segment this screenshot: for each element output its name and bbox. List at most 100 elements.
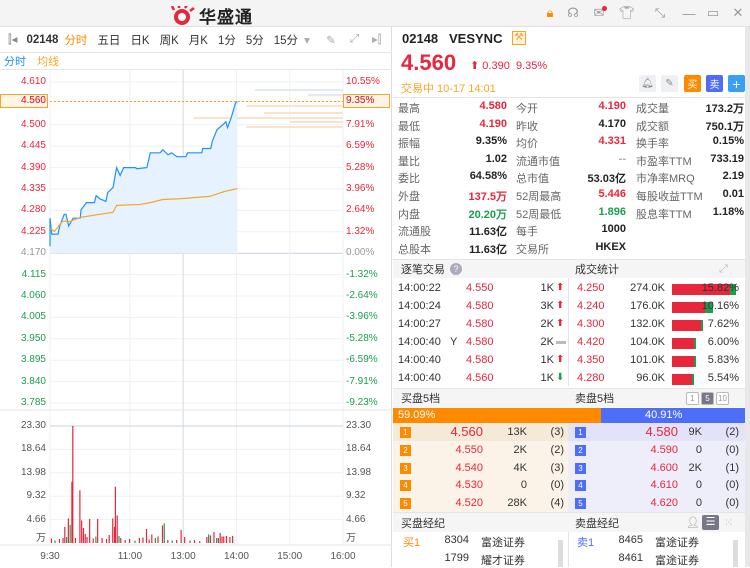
minimize-icon[interactable]: — [681,5,697,21]
ask-pct: 40.91% [645,409,683,421]
ask-broker-scrollbar[interactable] [733,540,738,567]
bell-icon[interactable]: 🔔︎ [639,75,656,92]
ask-level: 1 4.580 9K (2) [568,423,745,441]
volume-bar [89,518,91,543]
volstat-row: 4.300 132.0K 7.62% [577,316,745,334]
volume-bar [81,520,83,543]
depth-option-1[interactable]: 1 [686,391,699,405]
level-qty: 2K [513,443,527,456]
headset-icon[interactable]: ☊ [565,5,581,21]
ask-title: 卖盘5档 [575,393,615,405]
level-qty: 0 [695,479,702,492]
tick-time: 14:00:22 [398,282,441,294]
volume-bar [221,536,223,543]
bid-level: 5 4.520 28K (4) [393,494,568,512]
level-orders: (3) [550,426,564,438]
bid-ask-ratio-bar: 59.09% 40.91% [393,408,745,423]
lock-icon[interactable]: 🔒︎ [542,5,558,21]
level-qty: 9K [688,426,702,438]
broker-level: 卖1 [577,537,595,549]
volume-bar [58,538,61,543]
auction-icon[interactable]: ⚒ [512,31,526,45]
note-icon[interactable]: ✎ [661,75,678,92]
broker-id: 8304 [444,534,469,546]
volume-bar [86,536,88,543]
y-tick: 4.500 [20,118,46,130]
stat-value: 11.63亿 [469,243,507,256]
arrow-down-icon: ⬇ [556,372,565,383]
tick-price: 4.560 [466,372,494,384]
sell-button[interactable]: 卖 [706,75,723,92]
pct-tick: -3.96% [346,311,378,323]
vol-tick: 18.64 [20,443,46,455]
stock-code: 02148 [402,31,439,46]
level-badge: 1 [400,427,411,438]
level-qty: 13K [507,426,527,438]
volstat-pct: 6.00% [707,336,739,348]
stat-value: 0.01 [722,188,744,200]
level-price: 4.560 [450,424,483,439]
volume-bar [154,537,156,543]
volume-bar [176,539,178,543]
list-view-icon[interactable]: ☰ [702,515,719,530]
pct-tick: -6.59% [346,354,378,366]
tick-row: 14:00:22 4.550 1K ⬆ [398,280,568,298]
broker-name: 富途证券 [655,555,699,567]
buy-button[interactable]: 买 [684,75,701,92]
level-badge: 4 [575,480,586,492]
broker-name: 耀才证券 [481,555,525,567]
volume-bar [225,535,227,543]
volume-bar [206,536,208,543]
depth-option-5[interactable]: 5 [701,391,714,405]
pct-tick: -7.91% [346,375,378,387]
bid-level: 4 4.530 0 (0) [393,476,568,495]
person-icon[interactable]: 👤︎ [686,516,700,529]
tick-qty: 1K [540,372,554,384]
bid-title: 买盘5档 [401,393,441,405]
broker-id: 8461 [618,552,643,564]
maximize-icon[interactable]: ▭ [705,5,721,21]
volume-bar [184,536,186,543]
arrow-up-icon: ⬆ [556,282,565,293]
y-tick: 4.115 [21,268,46,280]
volstat-row: 4.250 274.0K 15.82% [577,280,745,298]
volume-profile-bar [307,94,343,96]
volstat-price: 4.240 [577,300,605,312]
volume-bar [208,534,210,543]
ask-level: 5 4.620 0 (0) [568,494,745,512]
shrink-icon[interactable]: ⤡ [652,5,668,21]
y-tick: 4.335 [20,183,46,194]
tick-qty: 2K [540,336,554,348]
scrollbar[interactable] [745,27,750,567]
volstat-pct: 10.16% [701,300,739,312]
close-icon[interactable]: ✕ [730,5,746,21]
add-watchlist-button[interactable]: + [728,75,745,92]
tick-price: 4.580 [466,354,494,366]
broker-header: 买盘经纪 卖盘经纪 👤︎ ☰ ⁙ [393,512,745,532]
volstat-vol: 176.0K [630,300,665,312]
level-badge: 5 [400,498,411,510]
volume-bar [84,533,86,543]
depth-option-10[interactable]: 10 [716,391,729,405]
arrow-flat-icon: ▬ [556,336,566,347]
price-area [50,101,238,254]
volume-bar [95,536,97,543]
tick-flag: Y [450,336,458,348]
bid-broker-scrollbar[interactable] [558,540,563,567]
mail-icon[interactable]: ✉ [591,5,607,21]
volume-bar [193,539,196,543]
help-icon[interactable]: ? [450,263,462,275]
volstats-title: 成交统计 [575,264,619,276]
grid-view-icon[interactable]: ⁙ [724,516,733,529]
level-badge: 1 [575,427,586,438]
tick-row: 14:00:27 4.580 2K ⬆ [398,316,568,334]
expand-icon[interactable]: ⤢ [719,263,728,276]
level-orders: (4) [550,497,564,510]
ticks-title: 逐笔交易 [401,264,445,276]
level-qty: 28K [507,497,527,510]
ask-level: 3 4.600 2K (1) [568,458,745,477]
volstat-price: 4.420 [577,336,605,348]
volstat-row: 4.350 101.0K 5.83% [577,352,745,370]
shirt-icon[interactable]: 👕︎ [619,5,636,21]
volume-bar [180,529,182,543]
